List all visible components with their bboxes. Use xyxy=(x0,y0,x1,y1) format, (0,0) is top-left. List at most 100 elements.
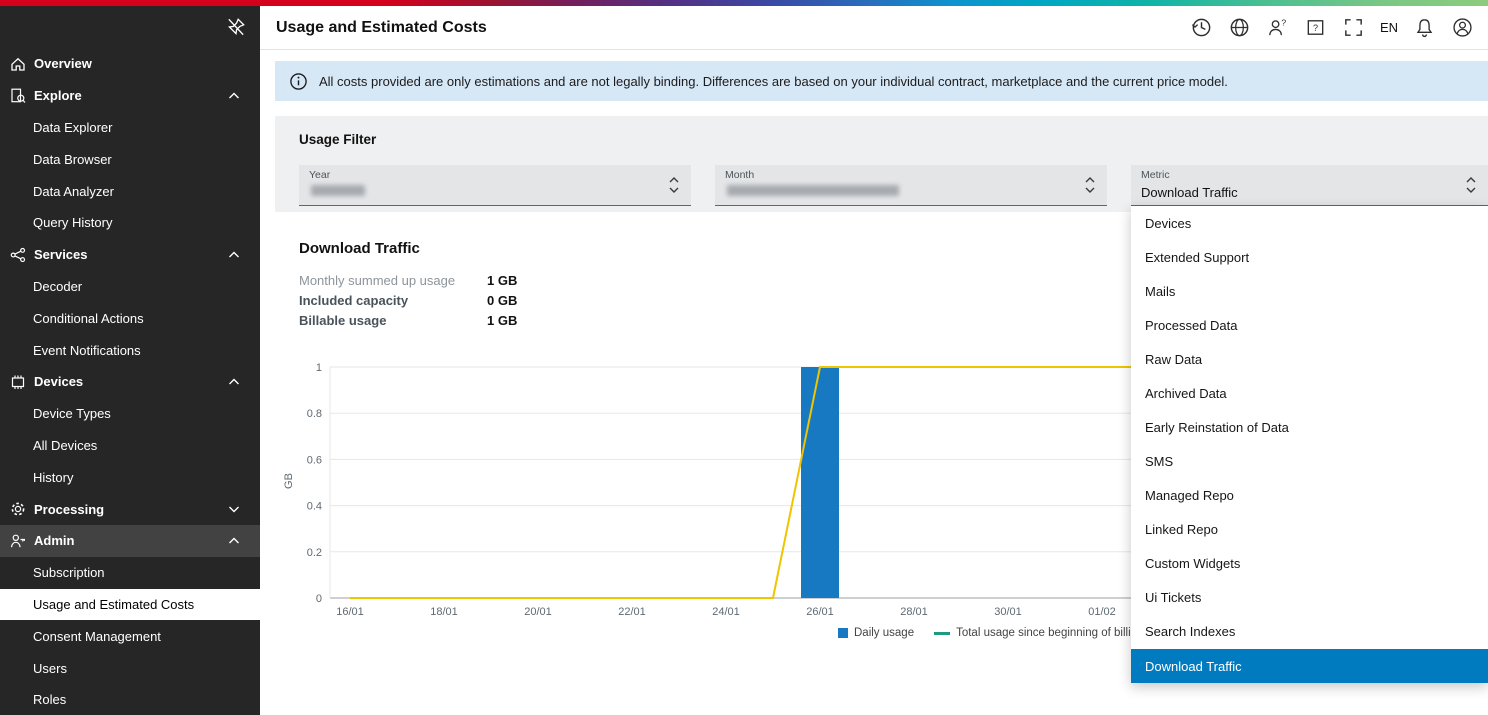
svg-text:0: 0 xyxy=(316,593,322,605)
metric-option-mails[interactable]: Mails xyxy=(1131,274,1488,308)
sidebar-item-data-explorer[interactable]: Data Explorer xyxy=(0,112,260,144)
stat-included-capacity: Included capacity 0 GB xyxy=(299,290,517,310)
account-icon[interactable] xyxy=(1451,16,1474,39)
metric-select[interactable]: Metric Download Traffic xyxy=(1131,165,1488,206)
sidebar-item-label: All Devices xyxy=(33,438,97,453)
sidebar-item-services[interactable]: Services xyxy=(0,239,260,271)
metric-option-custom-widgets[interactable]: Custom Widgets xyxy=(1131,547,1488,581)
metric-option-devices[interactable]: Devices xyxy=(1131,206,1488,240)
stat-value: 1 GB xyxy=(487,313,517,328)
sidebar-item-label: History xyxy=(33,470,73,485)
sidebar-item-label: Overview xyxy=(34,56,92,71)
metric-dropdown-list: DevicesExtended SupportMailsProcessed Da… xyxy=(1131,206,1488,683)
sidebar-item-devices[interactable]: Devices xyxy=(0,366,260,398)
metric-option-extended-support[interactable]: Extended Support xyxy=(1131,240,1488,274)
sidebar-item-query-history[interactable]: Query History xyxy=(0,207,260,239)
chevron-up-icon xyxy=(226,533,242,549)
sidebar-nav: Overview Explore Data Explorer Data Browser… xyxy=(0,48,260,715)
metric-option-raw-data[interactable]: Raw Data xyxy=(1131,342,1488,376)
metric-option-linked-repo[interactable]: Linked Repo xyxy=(1131,513,1488,547)
svg-text:0.2: 0.2 xyxy=(307,547,322,559)
sidebar-item-consent-management[interactable]: Consent Management xyxy=(0,620,260,652)
sidebar-item-processing[interactable]: Processing xyxy=(0,493,260,525)
metric-option-ui-tickets[interactable]: Ui Tickets xyxy=(1131,581,1488,615)
sidebar-item-device-types[interactable]: Device Types xyxy=(0,398,260,430)
notifications-icon[interactable] xyxy=(1413,16,1436,39)
info-icon xyxy=(289,72,308,91)
header-icons: ? ? EN xyxy=(1190,16,1488,39)
metric-select-value: Download Traffic xyxy=(1141,185,1238,200)
fullscreen-icon[interactable] xyxy=(1342,16,1365,39)
unpin-sidebar-icon[interactable] xyxy=(225,16,247,38)
page-header: Usage and Estimated Costs ? ? EN xyxy=(260,6,1488,50)
sidebar-item-users[interactable]: Users xyxy=(0,652,260,684)
language-toggle[interactable]: EN xyxy=(1380,20,1398,35)
metric-option-early-reinstation-of-data[interactable]: Early Reinstation of Data xyxy=(1131,410,1488,444)
sidebar-item-event-notifications[interactable]: Event Notifications xyxy=(0,334,260,366)
legend-swatch xyxy=(934,632,950,635)
history-icon[interactable] xyxy=(1190,16,1213,39)
sidebar-item-subscription[interactable]: Subscription xyxy=(0,557,260,589)
svg-text:01/02: 01/02 xyxy=(1088,606,1116,618)
svg-text:?: ? xyxy=(1313,23,1318,33)
sidebar: Overview Explore Data Explorer Data Browser… xyxy=(0,6,260,715)
legend-label: Daily usage xyxy=(854,627,914,639)
chevron-up-icon xyxy=(226,247,242,263)
svg-text:24/01: 24/01 xyxy=(712,606,740,618)
usage-summary: Download Traffic Monthly summed up usage… xyxy=(299,240,517,330)
chevron-down-icon xyxy=(226,501,242,517)
services-icon xyxy=(9,246,27,264)
month-select[interactable]: Month xyxy=(715,165,1107,206)
legend-swatch xyxy=(838,628,848,638)
sidebar-item-overview[interactable]: Overview xyxy=(0,48,260,80)
sidebar-item-history[interactable]: History xyxy=(0,461,260,493)
svg-text:16/01: 16/01 xyxy=(336,606,364,618)
sidebar-item-data-browser[interactable]: Data Browser xyxy=(0,143,260,175)
select-chevrons-icon xyxy=(667,174,681,196)
sidebar-item-admin[interactable]: Admin xyxy=(0,525,260,557)
metric-option-processed-data[interactable]: Processed Data xyxy=(1131,308,1488,342)
globe-icon[interactable] xyxy=(1228,16,1251,39)
metric-option-sms[interactable]: SMS xyxy=(1131,445,1488,479)
svg-text:20/01: 20/01 xyxy=(524,606,552,618)
sidebar-item-data-analyzer[interactable]: Data Analyzer xyxy=(0,175,260,207)
sidebar-item-label: Explore xyxy=(34,88,82,103)
svg-text:1: 1 xyxy=(316,362,322,374)
sidebar-header xyxy=(0,6,260,48)
stat-monthly-summed-up-usage: Monthly summed up usage 1 GB xyxy=(299,270,517,290)
svg-text:26/01: 26/01 xyxy=(806,606,834,618)
sidebar-item-conditional-actions[interactable]: Conditional Actions xyxy=(0,302,260,334)
svg-text:22/01: 22/01 xyxy=(618,606,646,618)
user-help-icon[interactable]: ? xyxy=(1266,16,1289,39)
sidebar-item-label: Devices xyxy=(34,374,83,389)
sidebar-item-usage-and-estimated-costs[interactable]: Usage and Estimated Costs xyxy=(0,589,260,621)
sidebar-item-label: Event Notifications xyxy=(33,343,141,358)
sidebar-item-label: Roles xyxy=(33,692,66,707)
sidebar-item-all-devices[interactable]: All Devices xyxy=(0,430,260,462)
metric-option-archived-data[interactable]: Archived Data xyxy=(1131,376,1488,410)
sidebar-item-explore[interactable]: Explore xyxy=(0,80,260,112)
explore-icon xyxy=(9,87,27,105)
sidebar-item-decoder[interactable]: Decoder xyxy=(0,271,260,303)
help-doc-icon[interactable]: ? xyxy=(1304,16,1327,39)
sidebar-item-label: Data Explorer xyxy=(33,120,112,135)
select-chevrons-icon xyxy=(1464,174,1478,196)
processing-icon xyxy=(9,500,27,518)
sidebar-item-label: Usage and Estimated Costs xyxy=(33,597,194,612)
legend-item-daily-usage: Daily usage xyxy=(838,627,914,639)
chevron-up-icon xyxy=(226,374,242,390)
metric-option-search-indexes[interactable]: Search Indexes xyxy=(1131,615,1488,649)
year-select-label: Year xyxy=(309,169,330,181)
chart-legend: Daily usage Total usage since beginning o… xyxy=(838,627,1143,639)
stat-label: Included capacity xyxy=(299,293,487,308)
select-chevrons-icon xyxy=(1083,174,1097,196)
svg-text:30/01: 30/01 xyxy=(994,606,1022,618)
chevron-up-icon xyxy=(226,88,242,104)
metric-option-managed-repo[interactable]: Managed Repo xyxy=(1131,479,1488,513)
sidebar-item-roles[interactable]: Roles xyxy=(0,684,260,715)
legend-label: Total usage since beginning of billing xyxy=(956,627,1143,639)
devices-icon xyxy=(9,373,27,391)
sidebar-item-label: Query History xyxy=(33,215,112,230)
year-select[interactable]: Year xyxy=(299,165,691,206)
metric-option-download-traffic[interactable]: Download Traffic xyxy=(1131,649,1488,683)
